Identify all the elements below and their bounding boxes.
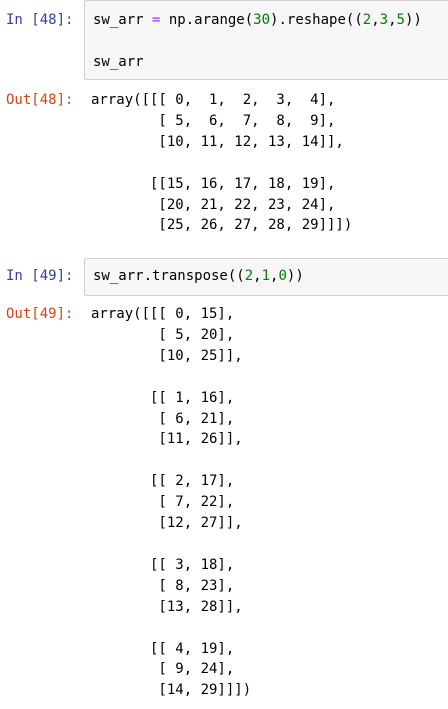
code-line-49-1: sw_arr.transpose((2,1,0)) [93, 266, 304, 287]
code-line-48-1: sw_arr = np.arange(30).reshape((2,3,5)) [93, 10, 422, 31]
code-line-48-2: sw_arr [93, 54, 144, 70]
code-number: 3 [379, 12, 389, 28]
code-number: 1 [261, 268, 271, 284]
in-prompt-48: In [48]: [6, 12, 74, 28]
output-array-49: array([[[ 0, 15], [ 5, 20], [10, 25]], [… [91, 306, 252, 699]
code-number: 5 [396, 12, 405, 28]
notebook-page: { "cells": [ { "in_prompt": "In [48]:", … [0, 0, 448, 709]
cell-48-input: In [48]: sw_arr = np.arange(30).reshape(… [0, 0, 448, 80]
code-number: 2 [362, 12, 372, 28]
code-number: 30 [253, 12, 271, 28]
code-token: , [388, 12, 397, 28]
code-token: np.arange( [160, 12, 254, 28]
output-array-48: array([[[ 0, 1, 2, 3, 4], [ 5, 6, 7, 8, … [91, 92, 353, 234]
code-number: 2 [244, 268, 254, 284]
out-prompt-49: Out[49]: [6, 306, 74, 322]
code-token: )) [404, 12, 422, 28]
code-token: ).reshape(( [270, 12, 363, 28]
code-token: , [253, 268, 262, 284]
out-prompt-48: Out[48]: [6, 92, 74, 108]
code-token: sw_arr [93, 12, 153, 28]
code-editor-49[interactable]: sw_arr.transpose((2,1,0)) [84, 258, 448, 296]
cell-49-input: In [49]: sw_arr.transpose((2,1,0)) [0, 258, 448, 296]
code-token: , [371, 12, 380, 28]
code-editor-48[interactable]: sw_arr = np.arange(30).reshape((2,3,5)) … [84, 0, 448, 80]
code-token: )) [286, 268, 304, 284]
cell-49-output: Out[49]: array([[[ 0, 15], [ 5, 20], [10… [0, 296, 448, 709]
cell-48-output: Out[48]: array([[[ 0, 1, 2, 3, 4], [ 5, … [0, 80, 448, 240]
code-number: 0 [278, 268, 287, 284]
code-token: sw_arr.transpose(( [93, 268, 245, 284]
in-prompt-49: In [49]: [6, 268, 74, 284]
